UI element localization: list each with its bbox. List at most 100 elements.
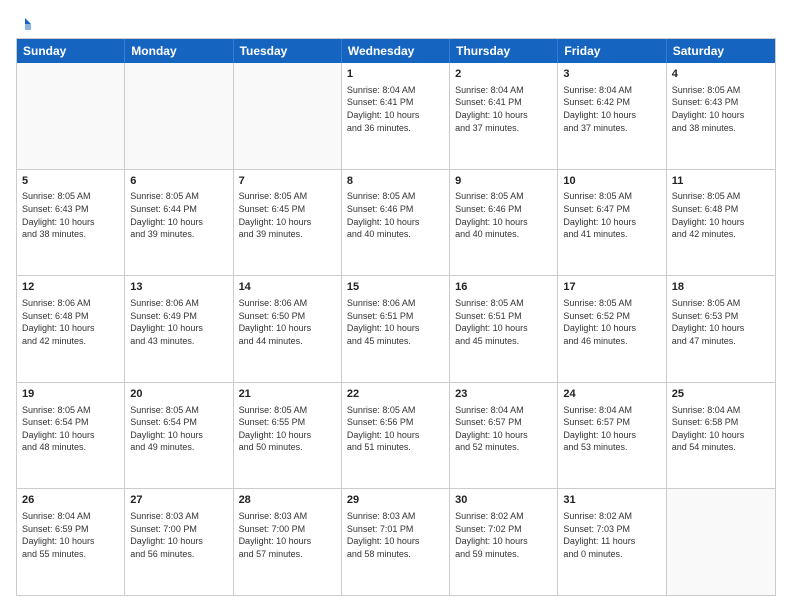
cell-date: 17: [563, 280, 660, 295]
cell-info: Sunrise: 8:05 AM Sunset: 6:48 PM Dayligh…: [672, 190, 770, 240]
cell-info: Sunrise: 8:04 AM Sunset: 6:41 PM Dayligh…: [347, 84, 444, 134]
calendar-cell: 5Sunrise: 8:05 AM Sunset: 6:43 PM Daylig…: [17, 170, 125, 276]
cell-date: 25: [672, 387, 770, 402]
cell-info: Sunrise: 8:02 AM Sunset: 7:02 PM Dayligh…: [455, 510, 552, 560]
day-header-monday: Monday: [125, 39, 233, 63]
calendar-week-5: 26 Sunrise: 8:04 AM Sunset: 6:59 PM Dayli…: [17, 489, 775, 595]
day-header-friday: Friday: [558, 39, 666, 63]
calendar-cell: 4 Sunrise: 8:05 AM Sunset: 6:43 PM Daylig…: [667, 63, 775, 169]
cell-info: Sunrise: 8:05 AM Sunset: 6:46 PM Dayligh…: [347, 190, 444, 240]
calendar-cell: 22 Sunrise: 8:05 AM Sunset: 6:56 PM Dayli…: [342, 383, 450, 489]
cell-info: Sunrise: 8:05 AM Sunset: 6:56 PM Dayligh…: [347, 404, 444, 454]
logo: [16, 16, 34, 28]
calendar-cell: 8Sunrise: 8:05 AM Sunset: 6:46 PM Daylig…: [342, 170, 450, 276]
day-header-saturday: Saturday: [667, 39, 775, 63]
cell-info: Sunrise: 8:04 AM Sunset: 6:58 PM Dayligh…: [672, 404, 770, 454]
cell-date: 30: [455, 493, 552, 508]
calendar-cell: [667, 489, 775, 595]
calendar-cell: [17, 63, 125, 169]
cell-date: 27: [130, 493, 227, 508]
cell-info: Sunrise: 8:04 AM Sunset: 6:59 PM Dayligh…: [22, 510, 119, 560]
calendar-cell: 1 Sunrise: 8:04 AM Sunset: 6:41 PM Daylig…: [342, 63, 450, 169]
calendar-body: 1 Sunrise: 8:04 AM Sunset: 6:41 PM Daylig…: [17, 63, 775, 595]
cell-info: Sunrise: 8:05 AM Sunset: 6:55 PM Dayligh…: [239, 404, 336, 454]
page: SundayMondayTuesdayWednesdayThursdayFrid…: [0, 0, 792, 612]
cell-info: Sunrise: 8:03 AM Sunset: 7:00 PM Dayligh…: [130, 510, 227, 560]
cell-date: 14: [239, 280, 336, 295]
cell-date: 4: [672, 67, 770, 82]
header: [16, 16, 776, 28]
cell-date: 2: [455, 67, 552, 82]
cell-info: Sunrise: 8:04 AM Sunset: 6:41 PM Dayligh…: [455, 84, 552, 134]
cell-date: 28: [239, 493, 336, 508]
calendar-cell: [125, 63, 233, 169]
cell-info: Sunrise: 8:05 AM Sunset: 6:52 PM Dayligh…: [563, 297, 660, 347]
calendar-cell: 23 Sunrise: 8:04 AM Sunset: 6:57 PM Dayli…: [450, 383, 558, 489]
calendar-cell: 26 Sunrise: 8:04 AM Sunset: 6:59 PM Dayli…: [17, 489, 125, 595]
cell-date: 9: [455, 174, 552, 189]
cell-info: Sunrise: 8:05 AM Sunset: 6:43 PM Dayligh…: [672, 84, 770, 134]
cell-date: 19: [22, 387, 119, 402]
cell-info: Sunrise: 8:02 AM Sunset: 7:03 PM Dayligh…: [563, 510, 660, 560]
cell-date: 11: [672, 174, 770, 189]
calendar-cell: 10Sunrise: 8:05 AM Sunset: 6:47 PM Dayli…: [558, 170, 666, 276]
calendar: SundayMondayTuesdayWednesdayThursdayFrid…: [16, 38, 776, 596]
cell-date: 13: [130, 280, 227, 295]
calendar-cell: 15 Sunrise: 8:06 AM Sunset: 6:51 PM Dayli…: [342, 276, 450, 382]
calendar-cell: 29 Sunrise: 8:03 AM Sunset: 7:01 PM Dayli…: [342, 489, 450, 595]
cell-info: Sunrise: 8:05 AM Sunset: 6:44 PM Dayligh…: [130, 190, 227, 240]
calendar-cell: 16 Sunrise: 8:05 AM Sunset: 6:51 PM Dayli…: [450, 276, 558, 382]
cell-date: 24: [563, 387, 660, 402]
cell-date: 29: [347, 493, 444, 508]
cell-info: Sunrise: 8:05 AM Sunset: 6:54 PM Dayligh…: [22, 404, 119, 454]
calendar-cell: 6Sunrise: 8:05 AM Sunset: 6:44 PM Daylig…: [125, 170, 233, 276]
day-headers: SundayMondayTuesdayWednesdayThursdayFrid…: [17, 39, 775, 63]
calendar-cell: 19 Sunrise: 8:05 AM Sunset: 6:54 PM Dayli…: [17, 383, 125, 489]
cell-date: 23: [455, 387, 552, 402]
calendar-cell: 30 Sunrise: 8:02 AM Sunset: 7:02 PM Dayli…: [450, 489, 558, 595]
cell-info: Sunrise: 8:05 AM Sunset: 6:45 PM Dayligh…: [239, 190, 336, 240]
calendar-cell: 14 Sunrise: 8:06 AM Sunset: 6:50 PM Dayli…: [234, 276, 342, 382]
cell-info: Sunrise: 8:06 AM Sunset: 6:48 PM Dayligh…: [22, 297, 119, 347]
calendar-cell: 3Sunrise: 8:04 AM Sunset: 6:42 PM Daylig…: [558, 63, 666, 169]
cell-date: 31: [563, 493, 660, 508]
calendar-cell: 18 Sunrise: 8:05 AM Sunset: 6:53 PM Dayli…: [667, 276, 775, 382]
cell-info: Sunrise: 8:05 AM Sunset: 6:51 PM Dayligh…: [455, 297, 552, 347]
calendar-week-1: 1 Sunrise: 8:04 AM Sunset: 6:41 PM Daylig…: [17, 63, 775, 170]
cell-date: 10: [563, 174, 660, 189]
cell-info: Sunrise: 8:06 AM Sunset: 6:51 PM Dayligh…: [347, 297, 444, 347]
calendar-cell: 12 Sunrise: 8:06 AM Sunset: 6:48 PM Dayli…: [17, 276, 125, 382]
cell-date: 5: [22, 174, 119, 189]
calendar-cell: 17 Sunrise: 8:05 AM Sunset: 6:52 PM Dayli…: [558, 276, 666, 382]
day-header-sunday: Sunday: [17, 39, 125, 63]
cell-info: Sunrise: 8:06 AM Sunset: 6:50 PM Dayligh…: [239, 297, 336, 347]
cell-date: 22: [347, 387, 444, 402]
cell-date: 8: [347, 174, 444, 189]
cell-info: Sunrise: 8:04 AM Sunset: 6:57 PM Dayligh…: [455, 404, 552, 454]
cell-date: 21: [239, 387, 336, 402]
cell-info: Sunrise: 8:05 AM Sunset: 6:53 PM Dayligh…: [672, 297, 770, 347]
calendar-cell: 7Sunrise: 8:05 AM Sunset: 6:45 PM Daylig…: [234, 170, 342, 276]
cell-date: 1: [347, 67, 444, 82]
calendar-week-2: 5Sunrise: 8:05 AM Sunset: 6:43 PM Daylig…: [17, 170, 775, 277]
cell-info: Sunrise: 8:04 AM Sunset: 6:42 PM Dayligh…: [563, 84, 660, 134]
cell-date: 15: [347, 280, 444, 295]
calendar-cell: 24Sunrise: 8:04 AM Sunset: 6:57 PM Dayli…: [558, 383, 666, 489]
calendar-cell: 2 Sunrise: 8:04 AM Sunset: 6:41 PM Daylig…: [450, 63, 558, 169]
calendar-cell: 21 Sunrise: 8:05 AM Sunset: 6:55 PM Dayli…: [234, 383, 342, 489]
calendar-cell: 13 Sunrise: 8:06 AM Sunset: 6:49 PM Dayli…: [125, 276, 233, 382]
cell-date: 18: [672, 280, 770, 295]
cell-date: 7: [239, 174, 336, 189]
calendar-cell: 27 Sunrise: 8:03 AM Sunset: 7:00 PM Dayli…: [125, 489, 233, 595]
cell-info: Sunrise: 8:05 AM Sunset: 6:43 PM Dayligh…: [22, 190, 119, 240]
cell-info: Sunrise: 8:05 AM Sunset: 6:46 PM Dayligh…: [455, 190, 552, 240]
cell-date: 12: [22, 280, 119, 295]
cell-info: Sunrise: 8:06 AM Sunset: 6:49 PM Dayligh…: [130, 297, 227, 347]
cell-date: 26: [22, 493, 119, 508]
calendar-cell: 11Sunrise: 8:05 AM Sunset: 6:48 PM Dayli…: [667, 170, 775, 276]
day-header-tuesday: Tuesday: [234, 39, 342, 63]
cell-info: Sunrise: 8:03 AM Sunset: 7:01 PM Dayligh…: [347, 510, 444, 560]
cell-info: Sunrise: 8:05 AM Sunset: 6:47 PM Dayligh…: [563, 190, 660, 240]
day-header-wednesday: Wednesday: [342, 39, 450, 63]
cell-date: 16: [455, 280, 552, 295]
